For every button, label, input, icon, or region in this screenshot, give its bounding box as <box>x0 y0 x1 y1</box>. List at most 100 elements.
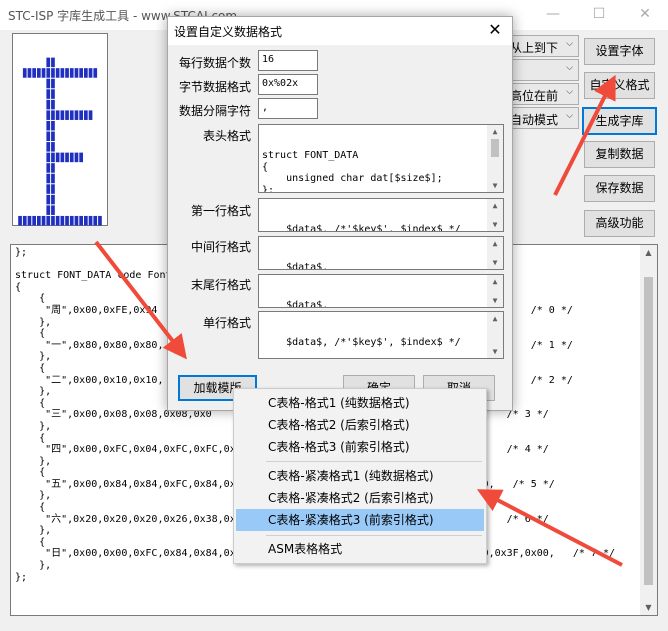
glyph-pixel <box>55 68 60 78</box>
first-line-scrollbar[interactable]: ▲ ▼ <box>487 199 503 231</box>
glyph-pixel <box>55 110 60 120</box>
code-line: }; <box>15 571 28 583</box>
first-line-textarea[interactable]: $data$, /*'$key$', $index$ */ ▲ ▼ <box>258 198 504 232</box>
glyph-pixel-grid <box>18 57 102 226</box>
bit-order-combo[interactable]: 高位在前 ⌵ <box>503 83 579 105</box>
single-line-textarea[interactable]: $data$, /*'$key$', $index$ */ ▲ ▼ <box>258 311 504 359</box>
scroll-up-icon[interactable]: ▲ <box>487 238 503 250</box>
dialog-close-icon[interactable]: ✕ <box>482 19 508 43</box>
copy-data-button[interactable]: 复制数据 <box>584 141 655 168</box>
combo-value: 高位在前 <box>510 89 559 103</box>
scroll-down-icon[interactable]: ▼ <box>487 180 503 192</box>
glyph-pixel <box>46 184 51 194</box>
glyph-pixel <box>46 131 51 142</box>
glyph-pixel <box>69 215 74 226</box>
generate-font-button[interactable]: 生成字库 <box>582 107 657 135</box>
glyph-pixel <box>79 110 83 120</box>
glyph-pixel <box>51 110 55 120</box>
glyph-pixel <box>79 68 83 78</box>
scroll-up-icon[interactable]: ▲ <box>640 248 657 257</box>
glyph-pixel <box>74 110 79 120</box>
scan-direction-combo[interactable]: 从上到下 ⌵ <box>503 35 579 57</box>
middle-line-text: $data$, <box>262 262 329 270</box>
glyph-pixel <box>65 215 69 226</box>
scroll-down-icon[interactable]: ▼ <box>487 219 503 231</box>
scroll-down-icon[interactable]: ▼ <box>487 295 503 307</box>
scroll-up-icon[interactable]: ▲ <box>487 313 503 325</box>
mode-combo[interactable]: 自动模式 ⌵ <box>503 107 579 129</box>
single-line-text: $data$, /*'$key$', $index$ */ <box>262 337 461 348</box>
glyph-pixel <box>60 152 65 163</box>
advanced-button[interactable]: 高级功能 <box>584 210 655 237</box>
menu-item-c-format1[interactable]: C表格-格式1 (纯数据格式) <box>236 392 484 414</box>
glyph-pixel <box>51 131 55 142</box>
glyph-pixel <box>74 152 79 163</box>
minimize-button[interactable]: — <box>530 0 576 30</box>
close-button[interactable]: ✕ <box>622 0 668 30</box>
glyph-pixel <box>46 152 51 163</box>
menu-item-c-format2[interactable]: C表格-格式2 (后索引格式) <box>236 414 484 436</box>
glyph-pixel <box>46 57 51 68</box>
chevron-down-icon: ⌵ <box>566 87 573 97</box>
glyph-pixel <box>88 215 93 226</box>
last-line-label: 末尾行格式 <box>191 278 252 292</box>
glyph-pixel <box>51 68 55 78</box>
per-line-label: 每行数据个数 <box>179 56 252 70</box>
scroll-down-icon[interactable]: ▼ <box>487 257 503 269</box>
save-data-button[interactable]: 保存数据 <box>584 175 655 202</box>
glyph-pixel <box>41 68 46 78</box>
scroll-up-icon[interactable]: ▲ <box>487 126 503 138</box>
custom-format-button[interactable]: 自定义格式 <box>584 72 655 99</box>
scroll-thumb[interactable] <box>491 139 499 157</box>
scroll-up-icon[interactable]: ▲ <box>487 200 503 212</box>
separator-input[interactable]: , <box>258 98 318 119</box>
middle-line-scrollbar[interactable]: ▲ ▼ <box>487 237 503 269</box>
single-line-scrollbar[interactable]: ▲ ▼ <box>487 312 503 358</box>
header-scrollbar[interactable]: ▲ ▼ <box>487 125 503 192</box>
menu-item-c-compact2[interactable]: C表格-紧凑格式2 (后索引格式) <box>236 487 484 509</box>
code-scrollbar[interactable]: ▲ ▼ <box>640 245 657 615</box>
glyph-pixel <box>46 89 51 99</box>
menu-item-c-format3[interactable]: C表格-格式3 (前索引格式) <box>236 436 484 458</box>
glyph-pixel <box>51 152 55 163</box>
last-line-scrollbar[interactable]: ▲ ▼ <box>487 275 503 307</box>
option-combo[interactable]: ⌵ <box>503 59 579 81</box>
menu-item-c-compact3[interactable]: C表格-紧凑格式3 (前索引格式) <box>236 509 484 531</box>
last-line-textarea[interactable]: $data$, ▲ ▼ <box>258 274 504 308</box>
menu-separator <box>266 461 482 462</box>
glyph-pixel <box>74 215 79 226</box>
header-label: 表头格式 <box>203 129 252 143</box>
byte-format-input[interactable]: 0x%02x <box>258 74 318 95</box>
maximize-button[interactable]: ☐ <box>576 0 622 30</box>
menu-item-c-compact1[interactable]: C表格-紧凑格式1 (纯数据格式) <box>236 465 484 487</box>
menu-separator <box>266 535 482 536</box>
glyph-pixel <box>69 68 74 78</box>
glyph-pixel <box>51 57 55 68</box>
combo-value: 从上到下 <box>510 41 559 55</box>
glyph-pixel <box>51 173 55 184</box>
first-line-text: $data$, /*'$key$', $index$ */ <box>262 224 461 232</box>
single-line-label: 单行格式 <box>203 316 252 330</box>
glyph-pixel <box>88 68 93 78</box>
scroll-down-icon[interactable]: ▼ <box>640 603 657 612</box>
scroll-thumb[interactable] <box>644 277 653 585</box>
glyph-pixel <box>84 110 88 120</box>
first-line-label: 第一行格式 <box>191 204 252 218</box>
glyph-pixel <box>51 89 55 99</box>
glyph-pixel <box>46 120 51 131</box>
chevron-down-icon: ⌵ <box>566 111 573 121</box>
middle-line-textarea[interactable]: $data$, ▲ ▼ <box>258 236 504 270</box>
set-font-button[interactable]: 设置字体 <box>584 38 655 65</box>
glyph-pixel <box>22 68 27 78</box>
scroll-up-icon[interactable]: ▲ <box>487 276 503 288</box>
glyph-pixel <box>93 68 98 78</box>
header-textarea[interactable]: struct FONT_DATA { unsigned char dat[$si… <box>258 124 504 193</box>
menu-item-asm[interactable]: ASM表格格式 <box>236 538 484 560</box>
scroll-down-icon[interactable]: ▼ <box>487 346 503 358</box>
glyph-pixel <box>46 68 51 78</box>
glyph-pixel <box>37 215 41 226</box>
last-line-text: $data$, <box>262 300 329 308</box>
per-line-input[interactable]: 16 <box>258 50 318 71</box>
glyph-pixel <box>46 173 51 184</box>
glyph-pixel <box>51 205 55 215</box>
